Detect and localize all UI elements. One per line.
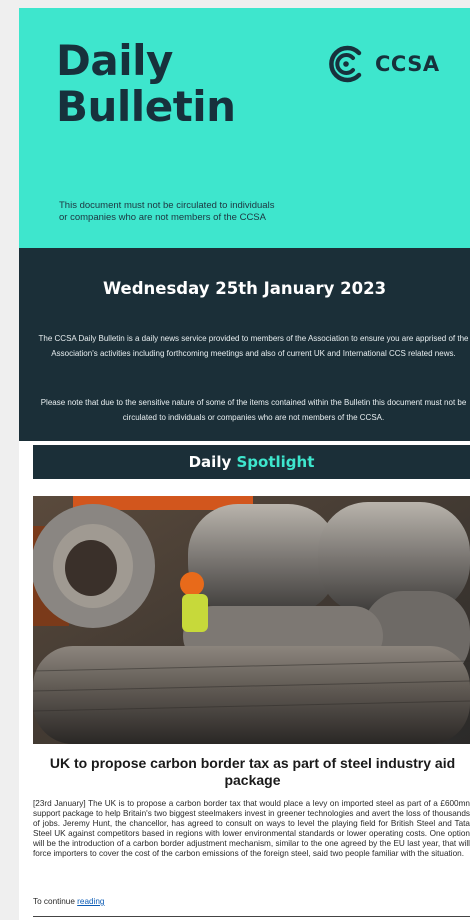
article-image <box>33 496 470 744</box>
bulletin-page: Daily Bulletin CCSA This document must n… <box>19 8 470 920</box>
header-banner: Daily Bulletin CCSA This document must n… <box>19 8 470 248</box>
steel-coils-photo <box>33 496 470 744</box>
article-body: [23rd January] The UK is to propose a ca… <box>33 799 470 858</box>
ccsa-logo[interactable]: CCSA <box>325 43 440 85</box>
bulletin-title: Daily Bulletin <box>56 38 236 130</box>
circulation-notice: This document must not be circulated to … <box>59 200 359 224</box>
title-line-1: Daily <box>56 36 173 85</box>
spotlight-label: Daily <box>188 453 232 471</box>
bulletin-date: Wednesday 25th January 2023 <box>102 279 387 298</box>
intro-paragraph-2: Please note that due to the sensitive na… <box>40 398 467 422</box>
logo-text: CCSA <box>375 52 440 76</box>
continue-prefix: To continue <box>33 897 75 906</box>
reading-link[interactable]: reading <box>77 897 104 906</box>
continue-reading: To continue reading <box>33 897 105 906</box>
intro-panel: Wednesday 25th January 2023 The CCSA Dai… <box>19 248 470 441</box>
notice-line-2: or companies who are not members of the … <box>59 212 266 223</box>
divider <box>33 916 470 917</box>
title-line-2: Bulletin <box>56 82 236 131</box>
ccsa-logo-icon <box>329 45 362 83</box>
daily-spotlight-header: Daily Spotlight <box>33 445 470 479</box>
article-headline[interactable]: UK to propose carbon border tax as part … <box>41 755 464 789</box>
intro-paragraph-1: The CCSA Daily Bulletin is a daily news … <box>38 334 469 358</box>
spotlight-accent-label: Spotlight <box>236 453 315 471</box>
notice-line-1: This document must not be circulated to … <box>59 200 275 211</box>
